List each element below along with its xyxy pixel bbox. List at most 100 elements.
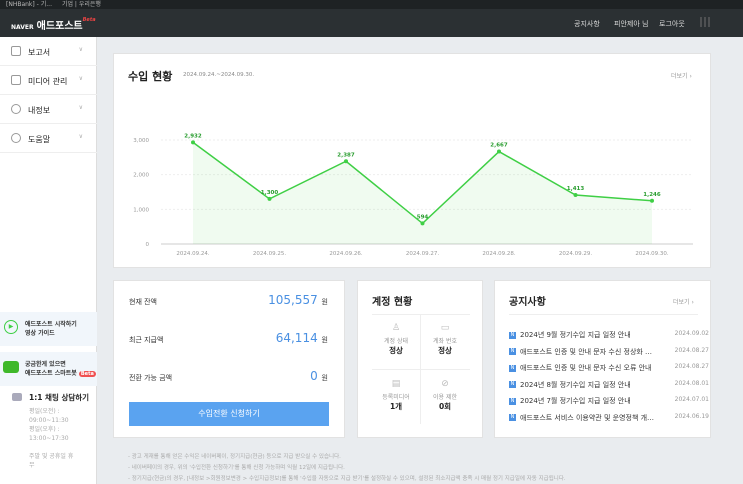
label: 영상 가이드 <box>25 330 55 337</box>
notice-text: 2024년 7월 정기수입 지급 일정 안내 <box>520 397 631 405</box>
notice-card: 공지사항 더보기 › N 2024년 9월 정기수입 지급 일정 안내 2024.0… <box>494 280 711 438</box>
user-icon <box>11 104 21 114</box>
new-badge-icon: N <box>509 364 516 372</box>
notice-date: 2024.08.01 <box>674 379 709 387</box>
bank-account-status: 정상 <box>438 346 452 355</box>
sidebar-item-help[interactable]: 도움말 ∨ <box>0 124 97 153</box>
x-tick-label: 2024.09.29. <box>559 251 592 257</box>
data-label: 2,387 <box>337 152 355 158</box>
x-tick-label: 2024.09.27. <box>406 251 439 257</box>
label: 궁금한게 있으면 <box>25 361 66 368</box>
label: 계정 상태 <box>384 338 408 345</box>
data-point <box>650 198 654 203</box>
sidebar: 보고서 ∨ 미디어 관리 ∨ 내정보 ∨ 도움말 ∨ ▶ 애드포스트 시작하기영상 가이… <box>0 37 97 484</box>
notice-item[interactable]: N 애드포스트 인증 및 안내 문자 수신 오류 안내 2024.08.27 <box>509 363 709 375</box>
x-tick-label: 2024.09.24. <box>176 251 209 257</box>
x-tick-label: 2024.09.28. <box>482 251 515 257</box>
y-tick-label: 1,000 <box>133 207 149 213</box>
convertible-label: 전환 가능 금액 <box>129 374 173 382</box>
user-name-link[interactable]: 피안제아 님 <box>614 19 648 29</box>
notice-more-link[interactable]: 더보기 › <box>673 297 694 306</box>
notice-date: 2024.08.27 <box>674 346 709 354</box>
logo[interactable]: NAVER 애드포스트Beta <box>11 17 96 32</box>
sidebar-item-report[interactable]: 보고서 ∨ <box>0 37 97 66</box>
account-title: 계정 현황 <box>372 297 413 308</box>
account-status: 정상 <box>389 346 403 355</box>
notice-date: 2024.08.27 <box>674 363 709 370</box>
new-badge-icon: N <box>509 331 516 339</box>
new-badge-icon: N <box>509 414 516 421</box>
new-badge-icon: N <box>509 348 516 355</box>
document-icon <box>11 75 21 85</box>
chat-icon <box>12 393 22 401</box>
data-label: 594 <box>417 214 429 220</box>
document-icon: ▤ <box>391 379 401 389</box>
y-tick-label: 0 <box>146 242 150 248</box>
play-icon: ▶ <box>4 320 18 334</box>
label: 내정보 <box>28 106 51 115</box>
browser-tab[interactable]: 기업 | 우리은행 <box>62 1 101 8</box>
data-point <box>191 140 195 145</box>
user-icon: ♙ <box>391 323 401 333</box>
label: 등록미디어 <box>382 394 410 401</box>
new-badge-icon: N <box>509 397 516 405</box>
revenue-chart: 0 1,000 2,000 3,000 2024.09.24. 2024.09.25. 20… <box>133 133 693 257</box>
data-label: 2,667 <box>490 143 508 149</box>
new-badge-icon: N <box>509 381 516 388</box>
balance-label: 현재 잔액 <box>129 298 157 306</box>
sidebar-item-myinfo[interactable]: 내정보 ∨ <box>0 95 97 124</box>
notice-text: 애드포스트 인증 및 안내 문자 수신 정상화 … <box>520 347 653 356</box>
label: 애드포스트 시작하기 <box>25 321 77 328</box>
notice-item[interactable]: N 2024년 7월 정기수입 지급 일정 안내 2024.07.01 <box>509 396 709 408</box>
notice-text: 애드포스트 서비스 이용약관 및 운영정책 개… <box>520 413 655 422</box>
notice-date: 2024.07.01 <box>674 396 709 403</box>
media-count: 1개 <box>389 402 403 411</box>
browser-tab[interactable]: [NHBank] - 기... <box>6 1 52 8</box>
convert-revenue-button[interactable]: 수입전환 신청하기 <box>129 402 329 426</box>
restriction-count: 0회 <box>438 402 452 411</box>
headset-icon <box>11 133 21 143</box>
x-tick-label: 2024.09.30. <box>635 251 668 257</box>
x-tick-label: 2024.09.26. <box>329 251 362 257</box>
data-point <box>267 196 272 201</box>
data-point <box>344 159 348 164</box>
apps-grid-icon[interactable] <box>700 17 710 27</box>
notice-title: 공지사항 <box>509 297 546 308</box>
label: 이용 제한 <box>433 394 457 401</box>
beta-badge: Beta <box>78 371 96 377</box>
ban-icon: ⊘ <box>441 379 449 389</box>
data-label: 1,300 <box>261 190 279 196</box>
smartbot-link[interactable]: 궁금한게 있으면애드포스트 스마트봇 Beta <box>0 352 97 386</box>
convertible-value: 0 원 <box>310 369 328 383</box>
chat-hours: 평일(오전) :09:00~11:30 평일(오후) :13:00~17:30 주말… <box>29 408 74 469</box>
footnote: - 정기지급(현금)의 경우, [내정보 >회원정보변경 > 수입지급정보]를 … <box>128 476 566 482</box>
notice-text: 2024년 8월 정기수입 지급 일정 안내 <box>520 380 631 389</box>
data-label: 2,932 <box>184 133 202 139</box>
chevron-down-icon: ∨ <box>78 46 83 53</box>
chevron-down-icon: ∨ <box>78 75 83 82</box>
browser-tab-bar: [NHBank] - 기... 기업 | 우리은행 <box>0 0 743 9</box>
y-tick-label: 2,000 <box>133 173 149 179</box>
label: 애드포스트 스마트봇 <box>25 370 77 377</box>
chat-consult-link[interactable]: 1:1 채팅 상담하기 <box>29 392 89 403</box>
top-header: NAVER 애드포스트Beta 공지사항 피안제아 님 로그아웃 <box>0 9 743 37</box>
account-card: 계정 현황 ♙ 계정 상태 정상 ▭ 계좌 번호 정상 ▤ 등록미디어 1개 ⊘ 이용 제한 0… <box>357 280 483 438</box>
data-point <box>497 149 501 154</box>
notice-item[interactable]: N 애드포스트 서비스 이용약관 및 운영정책 개… 2024.06.19 <box>509 413 709 425</box>
notice-link[interactable]: 공지사항 <box>574 19 600 29</box>
robot-icon <box>3 361 19 373</box>
notice-item[interactable]: N 애드포스트 인증 및 안내 문자 수신 정상화 … 2024.08.27 <box>509 347 709 359</box>
chart-line-icon <box>11 46 21 56</box>
guide-video-link[interactable]: ▶ 애드포스트 시작하기영상 가이드 <box>0 312 97 346</box>
footnote: - 네이버페이의 경우, 위의 '수입전환 신청하기'를 통해 신청 가능하며 … <box>128 465 345 471</box>
logout-link[interactable]: 로그아웃 <box>659 19 685 29</box>
data-point <box>420 221 425 226</box>
chevron-down-icon: ∨ <box>78 133 83 140</box>
notice-text: 애드포스트 인증 및 안내 문자 수신 오류 안내 <box>520 364 652 372</box>
sidebar-item-media[interactable]: 미디어 관리 ∨ <box>0 66 97 95</box>
x-tick-label: 2024.09.25. <box>253 251 286 257</box>
chevron-down-icon: ∨ <box>78 104 83 111</box>
label: 미디어 관리 <box>28 77 68 86</box>
notice-item[interactable]: N 2024년 8월 정기수입 지급 일정 안내 2024.08.01 <box>509 380 709 392</box>
notice-item[interactable]: N 2024년 9월 정기수입 지급 일정 안내 2024.09.02 <box>509 330 709 342</box>
